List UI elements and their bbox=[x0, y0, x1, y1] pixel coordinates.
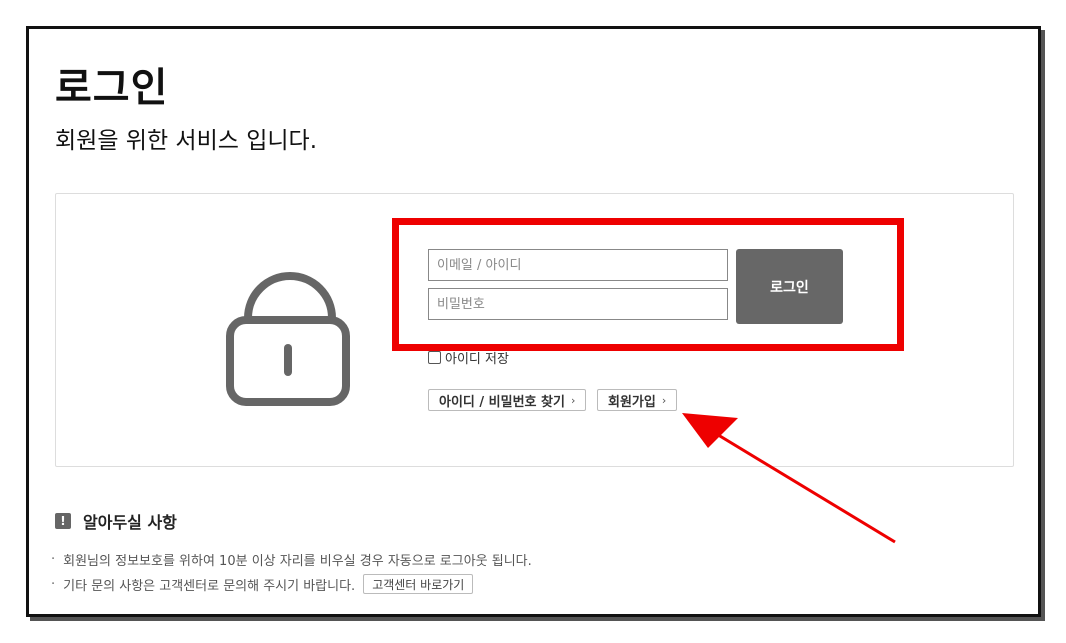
red-arrow-icon bbox=[682, 413, 896, 544]
